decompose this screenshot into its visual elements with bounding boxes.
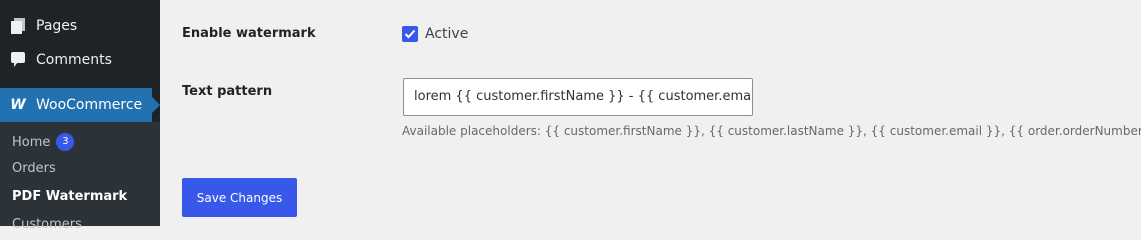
submenu-item-label: Customers	[12, 217, 82, 232]
submenu-item-label: Home	[12, 134, 51, 150]
woocommerce-logo-icon: W	[10, 97, 26, 113]
active-checkbox[interactable]	[402, 26, 418, 42]
enable-watermark-label: Enable watermark	[182, 26, 316, 41]
text-pattern-input[interactable]: lorem {{ customer.firstName }} - {{ cust…	[403, 78, 753, 116]
sidebar-item-label: Pages	[36, 18, 78, 34]
submenu-item-home[interactable]: Home 3	[12, 133, 75, 151]
active-checkbox-row[interactable]: Active	[402, 26, 468, 42]
sidebar-item-pages[interactable]: Pages	[0, 9, 160, 43]
sidebar-item-label: WooCommerce	[36, 97, 143, 113]
checkmark-icon	[404, 29, 416, 39]
text-pattern-label: Text pattern	[182, 84, 273, 99]
sidebar-item-label: Comments	[36, 52, 112, 68]
submenu-item-pdf-watermark[interactable]: PDF Watermark	[12, 189, 127, 204]
active-checkbox-label: Active	[425, 26, 469, 42]
submenu-item-orders[interactable]: Orders	[12, 161, 56, 176]
submenu-item-label: Orders	[12, 161, 56, 176]
submenu-item-customers[interactable]: Customers	[12, 217, 82, 232]
notification-badge: 3	[56, 133, 75, 151]
sidebar-item-woocommerce[interactable]: W WooCommerce	[0, 88, 160, 122]
pages-icon	[11, 18, 25, 34]
save-changes-button[interactable]: Save Changes	[182, 178, 297, 217]
submenu-item-label: PDF Watermark	[12, 189, 128, 204]
sidebar-item-comments[interactable]: Comments	[0, 43, 160, 77]
placeholders-hint: Available placeholders: {{ customer.firs…	[402, 124, 1141, 138]
comment-icon	[11, 52, 25, 68]
